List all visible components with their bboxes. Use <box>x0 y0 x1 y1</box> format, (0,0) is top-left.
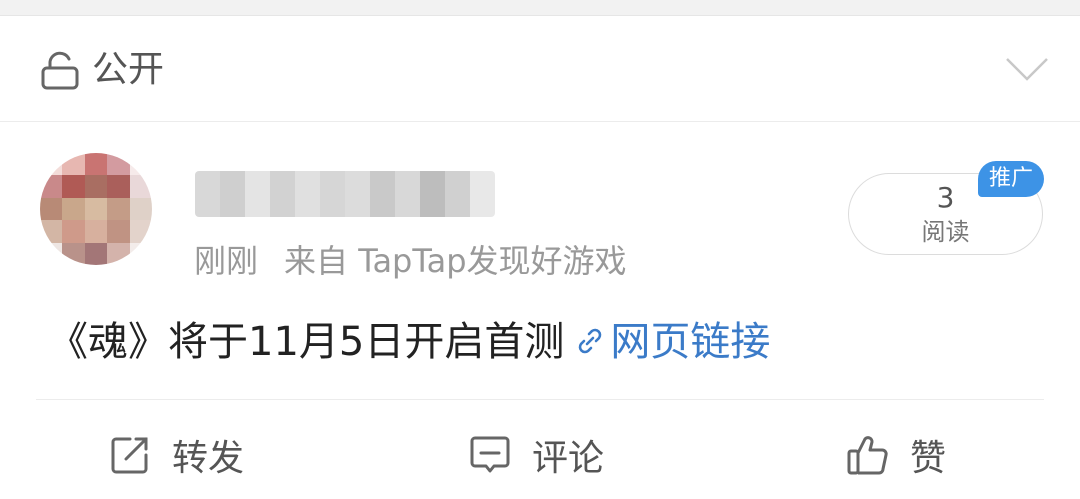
like-label: 赞 <box>910 438 947 479</box>
post-card: 刚刚 来自 TapTap发现好游戏 3 阅读 推广 《魂》将于11月5日开启首测 … <box>0 123 1080 499</box>
link-icon <box>579 328 602 354</box>
web-link[interactable]: 网页链接 <box>610 319 770 365</box>
chevron-down-icon[interactable] <box>1004 55 1050 83</box>
username-blurred[interactable] <box>195 171 495 217</box>
avatar[interactable] <box>40 153 152 265</box>
post-meta: 刚刚 来自 TapTap发现好游戏 <box>194 239 627 283</box>
promo-badge: 推广 <box>978 161 1044 197</box>
divider <box>36 399 1044 400</box>
repost-button[interactable]: 转发 <box>108 423 244 487</box>
repost-icon <box>111 437 148 474</box>
visibility-label: 公开 <box>92 49 165 90</box>
comment-icon <box>470 436 510 473</box>
post-source[interactable]: 来自 TapTap发现好游戏 <box>284 242 627 280</box>
post-actions: 转发 评论 赞 <box>0 423 1080 487</box>
thumbs-up-icon <box>847 436 888 475</box>
post-time: 刚刚 <box>194 242 259 280</box>
like-button[interactable]: 赞 <box>846 423 946 487</box>
comment-button[interactable]: 评论 <box>468 423 604 487</box>
repost-label: 转发 <box>172 438 245 479</box>
post-body: 《魂》将于11月5日开启首测 网页链接 <box>48 313 770 371</box>
read-count-label: 阅读 <box>921 218 970 246</box>
lock-open-icon <box>41 51 79 90</box>
status-strip <box>0 0 1080 16</box>
post-text: 《魂》将于11月5日开启首测 <box>48 319 565 365</box>
comment-label: 评论 <box>532 438 605 479</box>
visibility-selector[interactable]: 公开 <box>0 17 1080 122</box>
